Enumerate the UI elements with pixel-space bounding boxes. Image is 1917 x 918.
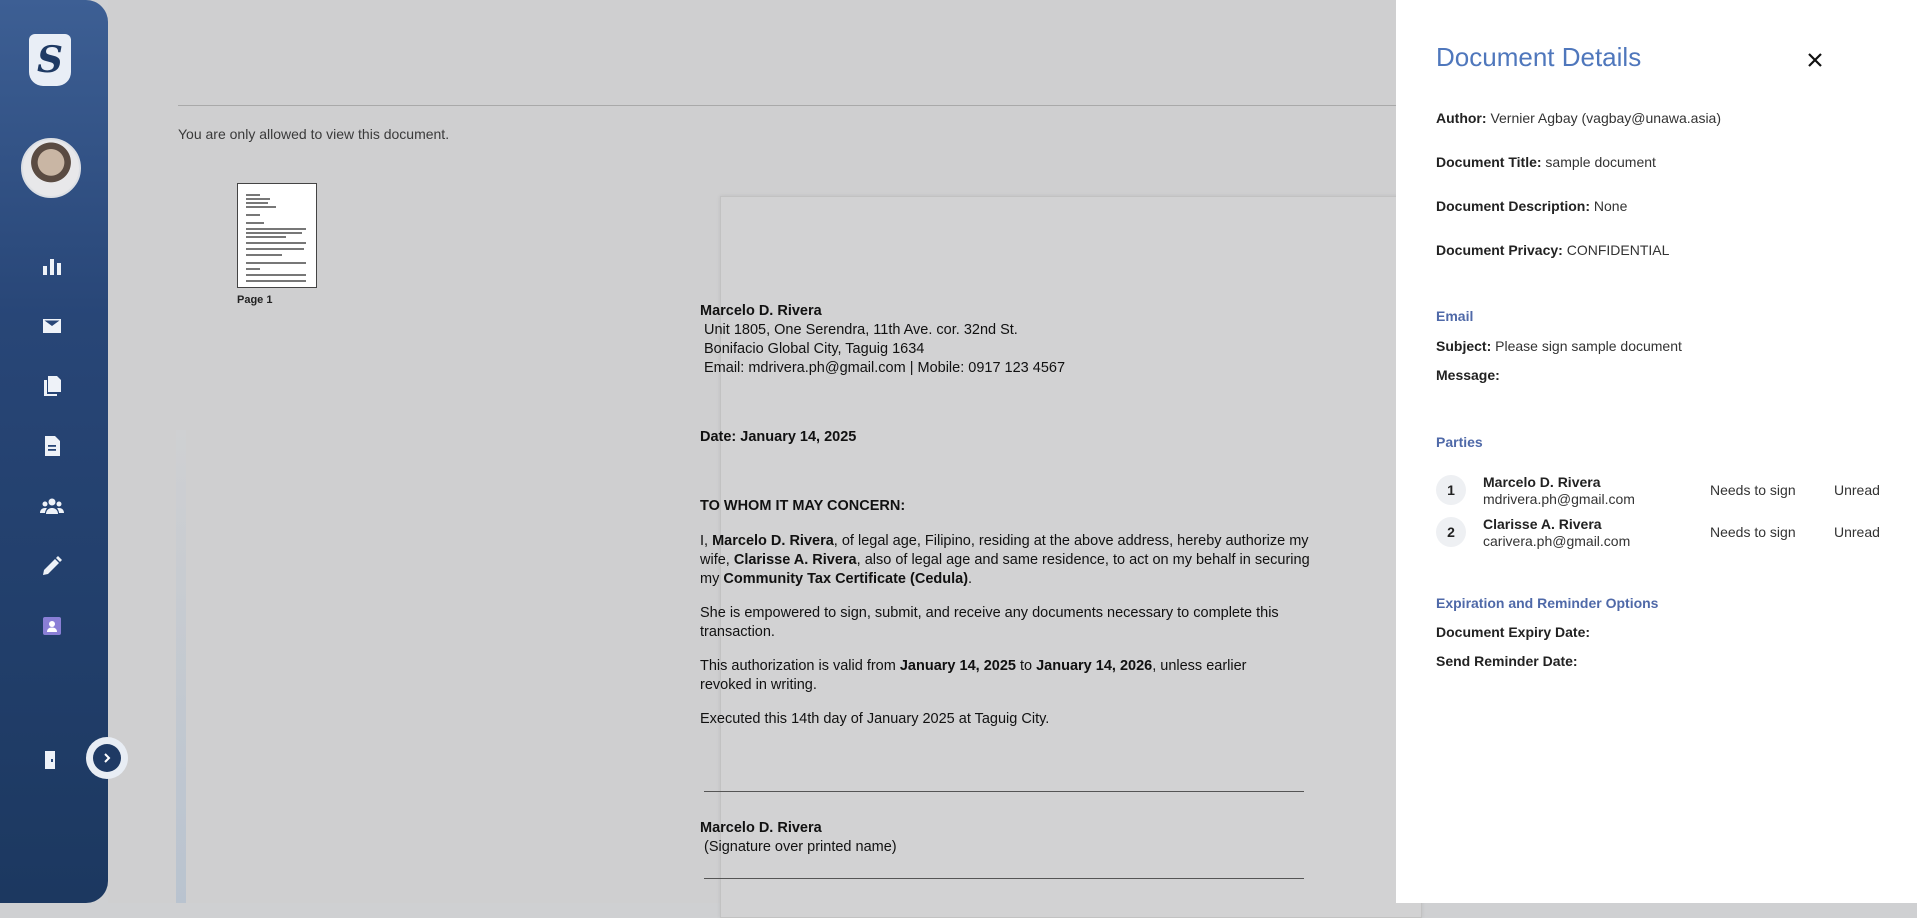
paragraph-1: I, Marcelo D. Rivera, of legal age, Fili… — [700, 533, 1310, 587]
signer-name: Marcelo D. Rivera — [700, 820, 822, 836]
close-icon[interactable] — [1804, 49, 1826, 71]
party-email: carivera.ph@gmail.com — [1483, 533, 1631, 549]
address-line-2: Bonifacio Global City, Taguig 1634 — [704, 341, 925, 357]
app-logo[interactable]: S — [29, 34, 71, 86]
expand-sidebar-button[interactable] — [86, 737, 128, 779]
doc-description-row: Document Description: None — [1436, 198, 1628, 214]
user-avatar[interactable] — [21, 138, 81, 198]
address-line-1: Unit 1805, One Serendra, 11th Ave. cor. … — [704, 322, 1018, 338]
paragraph-3: This authorization is valid from January… — [700, 658, 1247, 693]
expiration-heading: Expiration and Reminder Options — [1436, 595, 1659, 611]
signature-line — [704, 791, 1304, 792]
page-label: Page 1 — [237, 294, 273, 306]
file-icon[interactable] — [38, 432, 66, 460]
document-details-panel: Document Details Author: Vernier Agbay (… — [1396, 0, 1917, 903]
party-read-status: Unread — [1834, 524, 1880, 540]
reminder-date-row: Send Reminder Date: — [1436, 653, 1578, 669]
author-row: Author: Vernier Agbay (vagbay@unawa.asia… — [1436, 110, 1722, 126]
doc-title-row: Document Title: sample document — [1436, 154, 1656, 170]
doc-privacy-row: Document Privacy: CONFIDENTIAL — [1436, 242, 1670, 258]
parties-heading: Parties — [1436, 434, 1483, 450]
message-row: Message: — [1436, 367, 1500, 383]
signer-caption: (Signature over printed name) — [704, 839, 897, 855]
salutation: TO WHOM IT MAY CONCERN: — [700, 498, 906, 514]
contact-book-icon[interactable] — [38, 612, 66, 640]
party-name: Clarisse A. Rivera — [1483, 516, 1602, 532]
contact-line: Email: mdrivera.ph@gmail.com | Mobile: 0… — [704, 360, 1066, 376]
letter-date: Date: January 14, 2025 — [700, 429, 857, 445]
party-status: Needs to sign — [1710, 524, 1796, 540]
dashboard-chart-icon[interactable] — [38, 252, 66, 280]
sender-name: Marcelo D. Rivera — [700, 303, 822, 319]
document-content: Marcelo D. Rivera Unit 1805, One Serendr… — [700, 302, 1310, 857]
signature-line-2 — [704, 878, 1304, 879]
team-icon[interactable] — [38, 492, 66, 520]
email-heading: Email — [1436, 308, 1474, 324]
view-only-notice: You are only allowed to view this docume… — [178, 126, 450, 142]
documents-icon[interactable] — [38, 372, 66, 400]
divider — [178, 105, 1396, 106]
chevron-right-icon — [93, 744, 121, 772]
logo-letter: S — [37, 39, 63, 81]
expiry-date-row: Document Expiry Date: — [1436, 624, 1591, 640]
viewer-edge — [176, 430, 186, 903]
paragraph-4: Executed this 14th day of January 2025 a… — [700, 711, 1050, 727]
panel-title: Document Details — [1436, 42, 1642, 72]
mail-icon[interactable] — [38, 312, 66, 340]
party-email: mdrivera.ph@gmail.com — [1483, 491, 1635, 507]
party-number: 1 — [1436, 475, 1466, 505]
subject-row: Subject: Please sign sample document — [1436, 338, 1682, 354]
party-name: Marcelo D. Rivera — [1483, 474, 1601, 490]
party-number: 2 — [1436, 517, 1466, 547]
page-thumbnail[interactable] — [237, 183, 317, 288]
party-read-status: Unread — [1834, 482, 1880, 498]
pencil-icon[interactable] — [38, 552, 66, 580]
paragraph-2: She is empowered to sign, submit, and re… — [700, 605, 1279, 640]
party-status: Needs to sign — [1710, 482, 1796, 498]
logout-icon[interactable] — [38, 746, 66, 774]
